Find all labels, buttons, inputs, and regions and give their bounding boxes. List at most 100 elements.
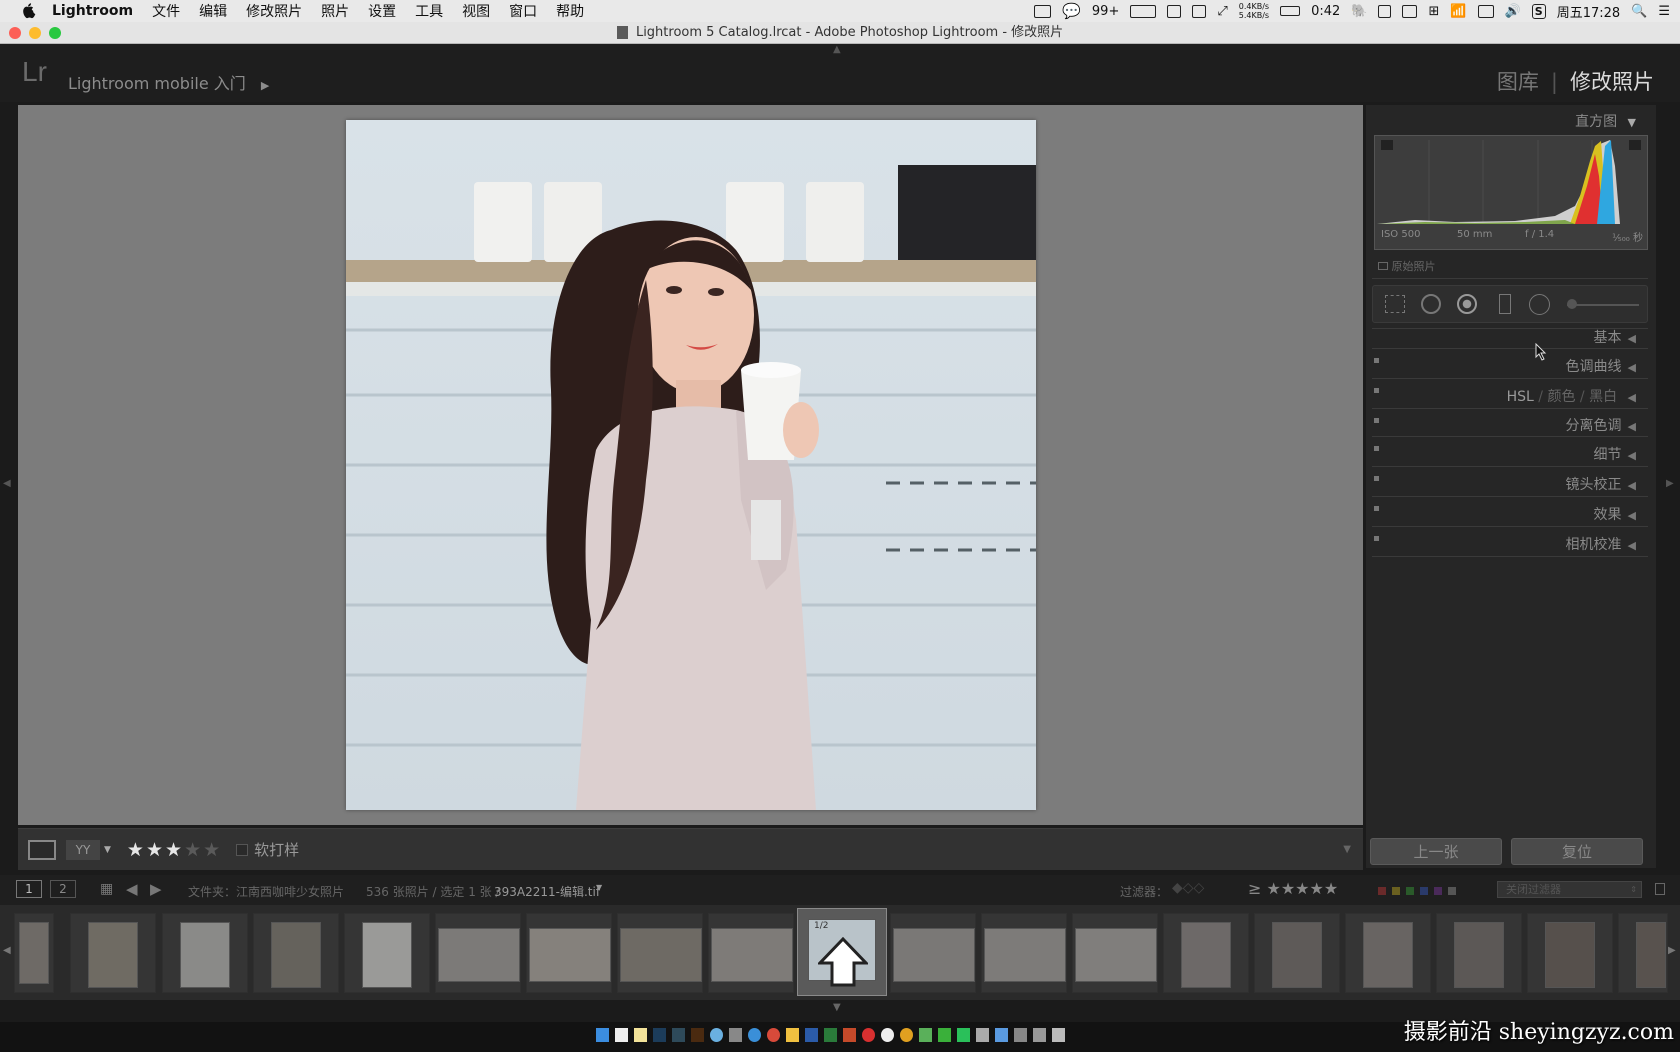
- panel-switch[interactable]: [1374, 388, 1379, 393]
- rating-filter[interactable]: ≥ ★★★★★: [1248, 879, 1338, 898]
- star-filled-icon[interactable]: ★: [146, 839, 165, 861]
- histogram-collapse-icon[interactable]: ▼: [1628, 116, 1636, 129]
- color-tab[interactable]: 颜色: [1547, 389, 1575, 405]
- module-library[interactable]: 图库: [1497, 70, 1539, 94]
- filmstrip-thumb[interactable]: [1072, 913, 1158, 993]
- filmstrip-thumb[interactable]: [70, 913, 156, 993]
- menu-lightroom[interactable]: Lightroom: [52, 3, 133, 19]
- filmstrip-thumb-selected[interactable]: 1/2: [797, 908, 887, 996]
- menu-help[interactable]: 帮助: [556, 1, 584, 21]
- star-empty-icon[interactable]: ★: [184, 839, 203, 861]
- evernote-icon[interactable]: 🐘: [1351, 4, 1367, 19]
- filmstrip-thumb[interactable]: [1345, 913, 1431, 993]
- app-store-icon[interactable]: [710, 1028, 723, 1042]
- panel-switch[interactable]: [1374, 358, 1379, 363]
- app-icon[interactable]: [1378, 4, 1392, 18]
- word-icon[interactable]: [805, 1028, 818, 1042]
- panel-switch[interactable]: [1374, 446, 1379, 451]
- filmstrip-thumb[interactable]: [890, 913, 976, 993]
- highlight-clip-indicator[interactable]: [1629, 140, 1641, 150]
- before-after-icon[interactable]: YY: [66, 839, 100, 860]
- yellow-label-icon[interactable]: [1392, 887, 1400, 895]
- color-label-filter[interactable]: [1378, 884, 1456, 898]
- zoom-window-button[interactable]: [49, 27, 61, 39]
- section-lens-correction[interactable]: 镜头校正 ◀: [1566, 474, 1636, 494]
- photoshop-icon[interactable]: [653, 1028, 666, 1042]
- notes-icon[interactable]: [634, 1028, 647, 1042]
- section-split-toning[interactable]: 分离色调 ◀: [1566, 415, 1636, 435]
- back-arrow-icon[interactable]: ◀: [126, 880, 138, 898]
- red-eye-icon[interactable]: [1457, 294, 1477, 314]
- lightroom-dock-icon[interactable]: [672, 1028, 685, 1042]
- crop-tool-icon[interactable]: [1385, 295, 1405, 313]
- reset-button[interactable]: 复位: [1511, 838, 1643, 865]
- panel-switch[interactable]: [1374, 476, 1379, 481]
- messages-icon[interactable]: [957, 1028, 970, 1042]
- input-method-icon[interactable]: ⊞: [1428, 4, 1439, 19]
- memory-icon[interactable]: [1130, 4, 1157, 18]
- soft-proof-checkbox[interactable]: [236, 843, 249, 856]
- graduated-filter-icon[interactable]: [1499, 294, 1511, 314]
- maps-icon[interactable]: [919, 1028, 932, 1042]
- sogou-icon[interactable]: S: [1531, 3, 1546, 19]
- purple-label-icon[interactable]: [1434, 887, 1442, 895]
- brush-icon[interactable]: [1567, 299, 1577, 309]
- menu-file[interactable]: 文件: [152, 1, 180, 21]
- spotlight-icon[interactable]: 🔍: [1631, 4, 1647, 19]
- netease-icon[interactable]: [862, 1028, 875, 1042]
- screen-icon[interactable]: [976, 1028, 989, 1042]
- filmstrip-thumb[interactable]: [526, 913, 612, 993]
- calendar-icon[interactable]: [615, 1028, 628, 1042]
- right-panel-arrow-icon[interactable]: ▶: [1666, 478, 1674, 489]
- filter-preset-select[interactable]: 关闭过滤器 ⇕: [1497, 881, 1642, 898]
- main-window-button[interactable]: 1: [16, 880, 42, 898]
- notification-center-icon[interactable]: ☰: [1658, 4, 1670, 19]
- section-effects[interactable]: 效果 ◀: [1594, 504, 1636, 524]
- close-window-button[interactable]: [9, 27, 21, 39]
- filmstrip-left-arrow-icon[interactable]: ◀: [3, 945, 11, 956]
- panel-switch[interactable]: [1374, 536, 1379, 541]
- menu-develop[interactable]: 修改照片: [246, 1, 302, 21]
- spot-removal-icon[interactable]: [1421, 294, 1441, 314]
- menu-settings[interactable]: 设置: [368, 1, 396, 21]
- filmstrip-thumb[interactable]: [708, 913, 794, 993]
- selected-filename[interactable]: 393A2211-编辑.tif: [494, 883, 600, 900]
- powerpoint-icon[interactable]: [843, 1028, 856, 1042]
- left-panel-arrow-icon[interactable]: ◀: [3, 478, 11, 489]
- collapse-top-arrow-icon[interactable]: ▲: [833, 44, 841, 55]
- forward-arrow-icon[interactable]: ▶: [150, 880, 162, 898]
- documents-icon[interactable]: [1033, 1028, 1046, 1042]
- section-camera-calibration[interactable]: 相机校准 ◀: [1566, 534, 1636, 554]
- chrome-icon[interactable]: [900, 1028, 913, 1042]
- menu-view[interactable]: 视图: [462, 1, 490, 21]
- histogram[interactable]: ISO 500 50 mm f / 1.4 ¹⁄₅₀₀ 秒: [1374, 135, 1648, 250]
- rating-stars[interactable]: ★★★★★: [127, 839, 222, 861]
- original-photo-checkbox[interactable]: [1378, 262, 1388, 270]
- disk-icon[interactable]: [1192, 4, 1207, 18]
- mail-icon[interactable]: [995, 1028, 1008, 1042]
- filmstrip-right-arrow-icon[interactable]: ▶: [1668, 945, 1676, 956]
- airplay-icon[interactable]: [1477, 4, 1494, 18]
- wechat-dock-icon[interactable]: [938, 1028, 951, 1042]
- section-basic[interactable]: 基本 ◀: [1594, 327, 1636, 347]
- filmstrip-thumb[interactable]: [253, 913, 339, 993]
- safari-icon[interactable]: [748, 1028, 761, 1042]
- loupe-view-icon[interactable]: [28, 839, 56, 860]
- illustrator-icon[interactable]: [691, 1028, 704, 1042]
- bw-tab[interactable]: 黑白: [1589, 389, 1617, 405]
- finder-icon[interactable]: [596, 1028, 609, 1042]
- battery-icon[interactable]: [1280, 6, 1301, 16]
- star-empty-icon[interactable]: ★: [203, 839, 222, 861]
- menu-photo[interactable]: 照片: [321, 1, 349, 21]
- apple-icon[interactable]: [20, 2, 38, 20]
- display-icon[interactable]: [1402, 4, 1418, 18]
- filmstrip-thumb[interactable]: [162, 913, 248, 993]
- identity-plate[interactable]: Lightroom mobile 入门 ▶: [68, 70, 269, 94]
- shadow-clip-indicator[interactable]: [1381, 140, 1393, 150]
- folder-icon[interactable]: [786, 1028, 799, 1042]
- browser-icon[interactable]: [767, 1028, 780, 1042]
- filter-lock-icon[interactable]: [1655, 883, 1665, 895]
- filmstrip-thumb[interactable]: [981, 913, 1067, 993]
- filmstrip-thumb[interactable]: [617, 913, 703, 993]
- menu-tools[interactable]: 工具: [415, 1, 443, 21]
